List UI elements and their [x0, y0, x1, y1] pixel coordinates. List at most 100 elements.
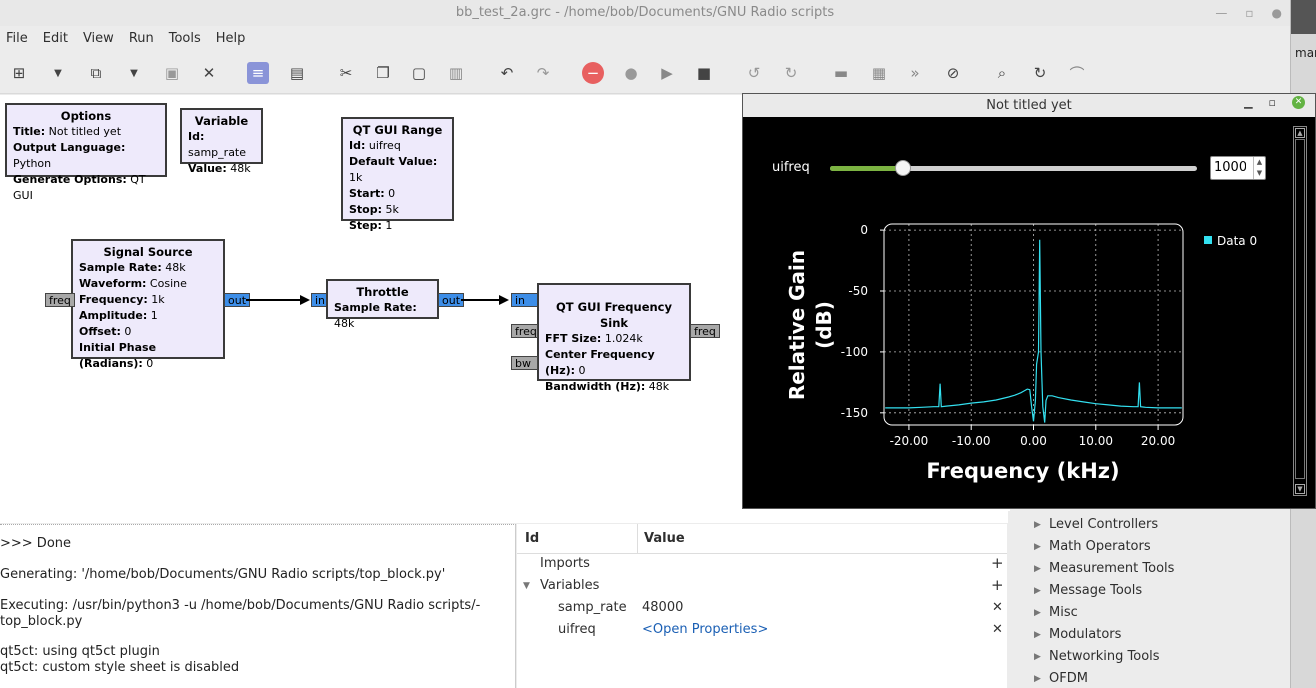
enable-icon[interactable]: ▬ [830, 62, 852, 84]
signal-source-freq-port[interactable]: freq [45, 293, 75, 307]
y-tick-label: -150 [841, 406, 868, 420]
console-line: >>> Done [0, 536, 72, 551]
qt-scrollbar[interactable]: ▲ ▼ [1293, 126, 1307, 496]
variable-row[interactable]: samp_rate 48000 ✕ [517, 598, 1007, 620]
new-dropdown-icon[interactable]: ▼ [47, 62, 69, 84]
variable-block[interactable]: Variable Id: samp_rate Value: 48k [180, 108, 263, 175]
console-line: top_block.py [0, 614, 83, 629]
y-tick-label: 0 [860, 223, 868, 237]
menu-file[interactable]: File [0, 31, 34, 46]
x-tick-label: 10.00 [1079, 434, 1113, 448]
window-title: bb_test_2a.grc - /home/bob/Documents/GNU… [0, 0, 1290, 26]
open-icon[interactable]: ⧉ [85, 62, 107, 84]
y-tick-label: -50 [848, 284, 868, 298]
connection-arrow [300, 295, 310, 305]
generate-icon[interactable]: ≡ [247, 62, 269, 84]
menu-edit[interactable]: Edit [37, 31, 74, 46]
tree-item[interactable]: ▶ Misc [1034, 605, 1078, 620]
sink-freq-in-port[interactable]: freq [511, 324, 538, 338]
menu-tools[interactable]: Tools [163, 31, 207, 46]
remove-variable-icon[interactable]: ✕ [992, 600, 1003, 615]
menu-run[interactable]: Run [123, 31, 160, 46]
x-axis-label: Frequency (kHz) [926, 459, 1119, 483]
options-block[interactable]: Options Title: Not titled yet Output Lan… [5, 103, 167, 202]
disable-icon[interactable]: ▦ [868, 62, 890, 84]
variables-row[interactable]: ▼ Variables + [517, 576, 1007, 598]
qt-gui-frequency-sink-block[interactable]: QT GUI Frequency Sink FFT Size: 1.024k C… [537, 283, 691, 393]
remove-variable-icon[interactable]: ✕ [992, 622, 1003, 637]
connection-wire [246, 299, 301, 301]
sink-bw-port[interactable]: bw [511, 356, 538, 370]
qt-close-icon[interactable]: ✕ [1292, 96, 1305, 109]
throttle-block[interactable]: Throttle Sample Rate: 48k [326, 279, 439, 330]
paste-icon[interactable]: ▢ [408, 62, 430, 84]
console-line: qt5ct: using qt5ct plugin [0, 644, 160, 659]
maximize-icon[interactable]: ▫ [1245, 6, 1253, 20]
no-entry-icon[interactable]: ⊘ [942, 62, 964, 84]
save-icon[interactable]: ▣ [161, 62, 183, 84]
rotate-cw-icon[interactable]: ↻ [780, 62, 802, 84]
execute-icon[interactable]: ▶ [656, 62, 678, 84]
tree-item[interactable]: ▶ Measurement Tools [1034, 561, 1174, 576]
cut-icon[interactable]: ✂ [335, 62, 357, 84]
generate-flowgraph-icon[interactable]: ● [620, 62, 642, 84]
tree-item[interactable]: ▶ Networking Tools [1034, 649, 1160, 664]
menu-bar: File Edit View Run Tools Help [0, 26, 1290, 50]
add-import-icon[interactable]: + [991, 554, 1004, 572]
y-axis-label-line1: Relative Gain [785, 250, 809, 400]
imports-row[interactable]: Imports + [517, 554, 1007, 576]
tree-item[interactable]: ▶ Math Operators [1034, 539, 1151, 554]
y-tick-label: -100 [841, 345, 868, 359]
console-line: Executing: /usr/bin/python3 -u /home/bob… [0, 598, 481, 613]
console-line: Generating: '/home/bob/Documents/GNU Rad… [0, 567, 446, 582]
print-icon[interactable]: ▤ [285, 62, 309, 84]
undo-icon[interactable]: ↶ [496, 62, 518, 84]
minimize-icon[interactable]: — [1215, 6, 1227, 20]
legend-label: Data 0 [1217, 234, 1257, 248]
column-id[interactable]: Id [525, 531, 539, 546]
qt-gui-window: Not titled yet ▁ ▫ ✕ uifreq 1000 ▲ ▼ 0 -50… [742, 93, 1316, 509]
toolbar: ⊞ ▼ ⧉ ▼ ▣ ✕ ≡ ▤ ✂ ❐ ▢ ▥ ↶ ↷ − ● ▶ ■ ↺ ↻ … [0, 52, 1290, 94]
edge-text: mark [1295, 46, 1316, 60]
x-tick-label: 20.00 [1141, 434, 1175, 448]
qt-gui-range-block[interactable]: QT GUI Range Id: uifreq Default Value: 1… [341, 117, 454, 232]
y-axis-label-line2: (dB) [812, 301, 836, 349]
menu-view[interactable]: View [77, 31, 120, 46]
kill-icon[interactable]: − [582, 62, 604, 84]
delete-icon[interactable]: ▥ [445, 62, 467, 84]
reload-icon[interactable]: ↻ [1029, 62, 1051, 84]
x-tick-label: -10.00 [952, 434, 991, 448]
x-tick-label: 0.00 [1020, 434, 1047, 448]
block-library-tree: ▶ Level Controllers ▶ Math Operators ▶ Meas… [1008, 511, 1290, 688]
bypass-icon[interactable]: » [904, 62, 926, 84]
connection-arrow [499, 295, 509, 305]
tree-item[interactable]: ▶ Level Controllers [1034, 517, 1158, 532]
new-file-icon[interactable]: ⊞ [8, 62, 30, 84]
sink-freq-out-port[interactable]: freq [690, 324, 720, 338]
open-properties-link[interactable]: <Open Properties> [642, 622, 768, 637]
open-hier-icon[interactable]: ⌒ [1066, 62, 1088, 84]
copy-icon[interactable]: ❐ [372, 62, 394, 84]
redo-icon[interactable]: ↷ [532, 62, 554, 84]
column-value[interactable]: Value [644, 531, 685, 546]
tree-item[interactable]: ▶ Modulators [1034, 627, 1121, 642]
tree-item[interactable]: ▶ OFDM [1034, 671, 1088, 686]
signal-source-block[interactable]: Signal Source Sample Rate: 48k Waveform:… [71, 239, 225, 370]
rotate-ccw-icon[interactable]: ↺ [743, 62, 765, 84]
close-file-icon[interactable]: ✕ [198, 62, 220, 84]
expand-triangle-icon[interactable]: ▼ [523, 581, 530, 591]
frequency-plot: 0-50-100-150 -20.00 -10.00 0.00 10.00 20.00 … [785, 223, 1257, 483]
stop-icon[interactable]: ■ [693, 62, 715, 84]
menu-help[interactable]: Help [210, 31, 252, 46]
x-tick-label: -20.00 [890, 434, 929, 448]
tree-item[interactable]: ▶ Message Tools [1034, 583, 1142, 598]
search-icon[interactable]: ⌕ [991, 62, 1013, 84]
legend-swatch [1204, 236, 1212, 244]
add-variable-icon[interactable]: + [991, 576, 1004, 594]
open-dropdown-icon[interactable]: ▼ [123, 62, 145, 84]
close-icon[interactable]: ● [1272, 6, 1282, 20]
connection-wire [461, 299, 500, 301]
sink-in-port[interactable]: in [511, 293, 538, 307]
console-panel[interactable]: >>> Done Generating: '/home/bob/Document… [0, 524, 516, 688]
variable-row[interactable]: uifreq <Open Properties> ✕ [517, 620, 1007, 642]
